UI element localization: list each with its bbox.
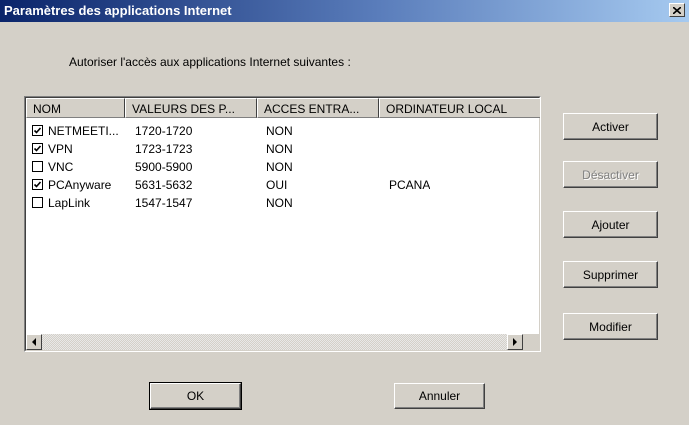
cancel-label: Annuler [418, 389, 461, 403]
column-header-name[interactable]: NOM [26, 98, 125, 118]
scroll-right-button[interactable] [507, 334, 523, 350]
cell-ports: 1547-1547 [135, 196, 193, 210]
arrow-right-icon [512, 338, 517, 346]
applications-list[interactable]: NOM VALEURS DES P... ACCES ENTRA... ORDI… [24, 96, 541, 352]
modify-button[interactable]: Modifier [563, 313, 658, 340]
list-item[interactable]: VNC 5900-5900 NON [26, 158, 539, 176]
deactivate-label: Désactiver [582, 167, 639, 182]
checkmark-icon [33, 127, 42, 134]
add-button[interactable]: Ajouter [563, 211, 658, 238]
cell-name: NETMEETI... [48, 124, 119, 138]
close-button[interactable] [669, 3, 685, 17]
cell-access: NON [266, 124, 293, 138]
cell-ports: 1723-1723 [135, 142, 193, 156]
modify-label: Modifier [589, 319, 632, 334]
column-headers: NOM VALEURS DES P... ACCES ENTRA... ORDI… [26, 98, 540, 118]
ok-label: OK [186, 389, 205, 403]
instruction-label: Autoriser l'accès aux applications Inter… [69, 55, 351, 69]
ok-button[interactable]: OK [149, 382, 242, 410]
cell-name: VNC [48, 160, 74, 174]
checkmark-icon [33, 145, 42, 152]
cell-access: NON [266, 196, 293, 210]
activate-label: Activer [592, 119, 629, 134]
cell-ports: 5900-5900 [135, 160, 193, 174]
close-icon [673, 6, 681, 14]
enable-checkbox[interactable] [32, 125, 43, 136]
column-header-access[interactable]: ACCES ENTRA... [257, 98, 379, 118]
cancel-button[interactable]: Annuler [394, 383, 485, 409]
cell-name: LapLink [48, 196, 91, 210]
add-label: Ajouter [591, 217, 630, 232]
scroll-left-button[interactable] [26, 334, 42, 350]
cell-access: OUI [266, 178, 288, 192]
list-item[interactable]: VPN 1723-1723 NON [26, 140, 539, 158]
column-header-host[interactable]: ORDINATEUR LOCAL [379, 98, 540, 118]
checkmark-icon [33, 181, 42, 188]
cell-access: NON [266, 142, 293, 156]
cell-name: VPN [48, 142, 73, 156]
delete-button[interactable]: Supprimer [563, 261, 658, 288]
enable-checkbox[interactable] [32, 197, 43, 208]
enable-checkbox[interactable] [32, 179, 43, 190]
enable-checkbox[interactable] [32, 143, 43, 154]
deactivate-button[interactable]: Désactiver [563, 161, 658, 188]
scrollbar-corner [523, 334, 539, 350]
window-title: Paramètres des applications Internet [4, 3, 232, 18]
enable-checkbox[interactable] [32, 161, 43, 172]
list-item[interactable]: PCAnyware 5631-5632 OUI PCANA [26, 176, 539, 194]
delete-label: Supprimer [582, 267, 639, 282]
cell-name: PCAnyware [48, 178, 112, 192]
title-bar: Paramètres des applications Internet [0, 0, 689, 22]
list-item[interactable]: LapLink 1547-1547 NON [26, 194, 539, 212]
column-header-ports[interactable]: VALEURS DES P... [125, 98, 257, 118]
cell-host: PCANA [389, 178, 431, 192]
cell-access: NON [266, 160, 293, 174]
activate-button[interactable]: Activer [563, 113, 658, 140]
cell-ports: 5631-5632 [135, 178, 193, 192]
list-item[interactable]: NETMEETI... 1720-1720 NON [26, 122, 539, 140]
cell-ports: 1720-1720 [135, 124, 193, 138]
horizontal-scrollbar[interactable] [26, 334, 523, 350]
arrow-left-icon [31, 338, 36, 346]
